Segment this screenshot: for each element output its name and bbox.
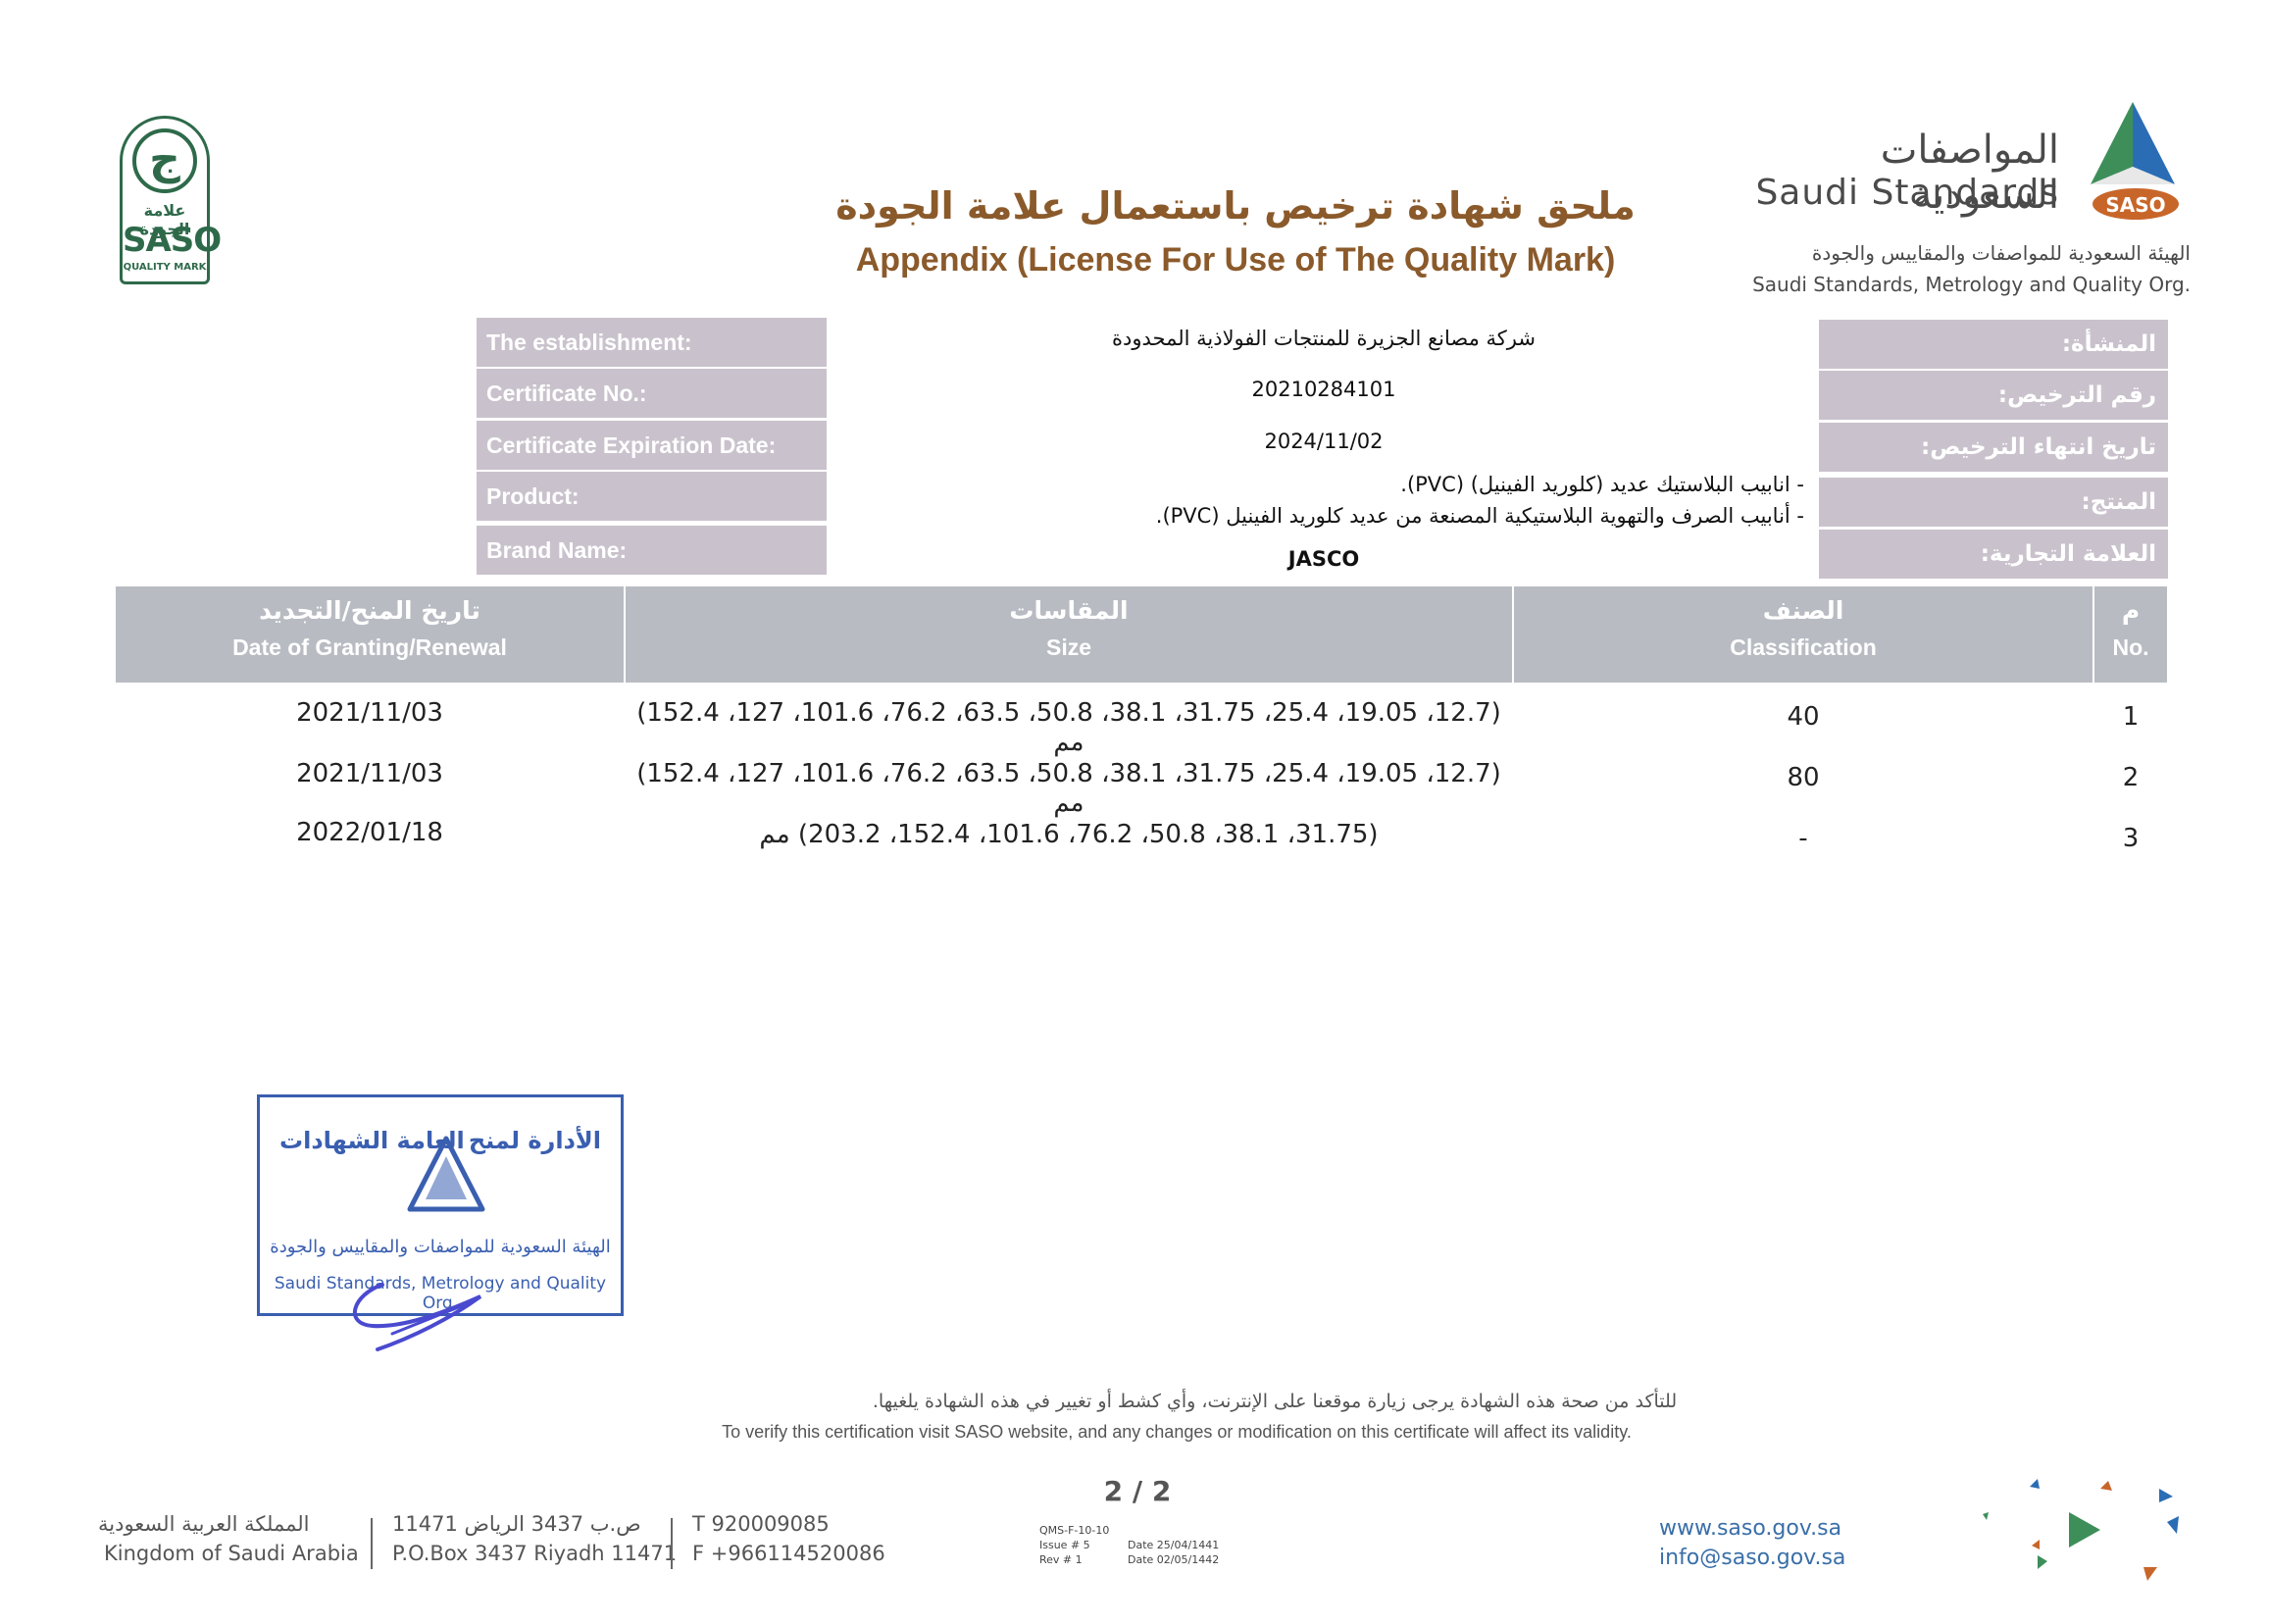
header-date: تاريخ المنح/التجديد Date of Granting/Ren… xyxy=(116,586,624,683)
header-no-en: No. xyxy=(2112,634,2149,660)
label-certificate-no-ar: رقم الترخيص: xyxy=(1819,371,2168,420)
email-link[interactable]: info@saso.gov.sa xyxy=(1659,1546,1845,1570)
decorative-triangles-icon xyxy=(1983,1479,2179,1581)
header-size: المقاسات Size xyxy=(626,586,1512,683)
qms-rev: Rev # 1 xyxy=(1039,1553,1083,1566)
cell-no: 2 xyxy=(2122,763,2140,792)
label-brand-en: Brand Name: xyxy=(477,526,827,575)
website-link[interactable]: www.saso.gov.sa xyxy=(1659,1516,1841,1541)
header-date-ar: تاريخ المنح/التجديد xyxy=(259,596,480,625)
footer-pobox-ar: ص.ب 3437 الرياض 11471 xyxy=(392,1512,641,1536)
header-classification: الصنف Classification xyxy=(1514,586,2093,683)
cell-classification: - xyxy=(1798,824,1808,853)
footer-fax: F +966114520086 xyxy=(692,1542,885,1565)
footer-pobox-en: P.O.Box 3437 Riyadh 11471 xyxy=(392,1542,678,1565)
header-no: م No. xyxy=(2094,586,2167,683)
header-size-en: Size xyxy=(1045,634,1092,660)
value-certificate-no: 20210284101 xyxy=(1251,378,1396,401)
quality-mark-sub: QUALITY MARK xyxy=(123,262,207,273)
value-product-line1: - انابيب البلاستيك عديد (كلوريد الفينيل)… xyxy=(1400,473,1804,496)
label-product-en: Product: xyxy=(477,472,827,521)
page-number: 2 / 2 xyxy=(1103,1475,1172,1507)
cell-size: (12.7، 19.05، 25.4، 31.75، 38.1، 50.8، 6… xyxy=(636,759,1501,818)
cell-date: 2021/11/03 xyxy=(296,759,443,788)
header-size-ar: المقاسات xyxy=(1009,596,1129,625)
verify-note-ar: للتأكد من صحة هذه الشهادة يرجى زيارة موق… xyxy=(872,1391,1678,1412)
label-certificate-no-en: Certificate No.: xyxy=(477,369,827,418)
label-brand-ar: العلامة التجارية: xyxy=(1819,530,2168,579)
stamp-org-ar: الهيئة السعودية للمواصفات والمقاييس والج… xyxy=(270,1237,611,1257)
quality-mark-en: SASO xyxy=(123,221,222,260)
header-no-ar: م xyxy=(2121,596,2141,625)
footer-divider xyxy=(371,1518,373,1569)
verify-note-en: To verify this certification visit SASO … xyxy=(722,1422,1632,1442)
footer-country-en: Kingdom of Saudi Arabia xyxy=(104,1542,359,1565)
logo-badge-text: SASO xyxy=(2105,193,2165,217)
header-date-en: Date of Granting/Renewal xyxy=(232,634,507,660)
label-product-ar: المنتج: xyxy=(1819,478,2168,527)
org-fullname-en: Saudi Standards, Metrology and Quality O… xyxy=(1752,273,2191,296)
org-fullname-ar: الهيئة السعودية للمواصفات والمقاييس والج… xyxy=(1811,241,2191,265)
header-classification-ar: الصنف xyxy=(1762,596,1844,625)
qms-date1: Date 25/04/1441 xyxy=(1128,1539,1220,1551)
signature-icon xyxy=(352,1283,482,1351)
header-classification-en: Classification xyxy=(1730,634,1877,660)
label-establishment-en: The establishment: xyxy=(477,318,827,367)
value-product-line2: - أنابيب الصرف والتهوية البلاستيكية المص… xyxy=(1155,504,1804,528)
cell-date: 2022/01/18 xyxy=(296,818,443,847)
label-establishment-ar: المنشأة: xyxy=(1819,320,2168,369)
footer-country-ar: المملكة العربية السعودية xyxy=(98,1512,310,1536)
cell-no: 1 xyxy=(2122,702,2140,732)
qms-date2: Date 02/05/1442 xyxy=(1128,1553,1220,1566)
cell-size: (12.7، 19.05، 25.4، 31.75، 38.1، 50.8، 6… xyxy=(636,698,1501,757)
value-brand: JASCO xyxy=(1287,547,1360,571)
org-logo-en: Saudi Standards xyxy=(1755,173,2059,213)
qms-code: QMS-F-10-10 xyxy=(1039,1524,1110,1537)
cell-classification: 80 xyxy=(1787,763,1820,792)
document-title-ar: ملحق شهادة ترخيص باستعمال علامة الجودة xyxy=(835,184,1636,228)
value-expiration: 2024/11/02 xyxy=(1264,430,1384,453)
stamp-triangle-icon xyxy=(407,1136,485,1212)
footer-divider xyxy=(671,1518,673,1569)
label-expiration-en: Certificate Expiration Date: xyxy=(477,421,827,470)
saso-triangle-logo-icon: SASO xyxy=(2091,102,2179,220)
cell-no: 3 xyxy=(2122,824,2140,853)
saso-quality-mark-logo: ج علامة الجودة SASO QUALITY MARK xyxy=(120,116,222,284)
qms-issue: Issue # 5 xyxy=(1039,1539,1090,1551)
quality-mark-glyph: ج xyxy=(132,128,197,193)
label-expiration-ar: تاريخ انتهاء الترخيص: xyxy=(1819,423,2168,472)
cell-classification: 40 xyxy=(1787,702,1820,732)
cell-date: 2021/11/03 xyxy=(296,698,443,728)
cell-size: (31.75، 38.1، 50.8، 76.2، 101.6، 152.4، … xyxy=(759,820,1379,849)
value-establishment: شركة مصانع الجزيرة للمنتجات الفولاذية ال… xyxy=(1112,327,1536,350)
document-title-en: Appendix (License For Use of The Quality… xyxy=(855,241,1616,279)
footer-phone: T 920009085 xyxy=(692,1512,830,1536)
